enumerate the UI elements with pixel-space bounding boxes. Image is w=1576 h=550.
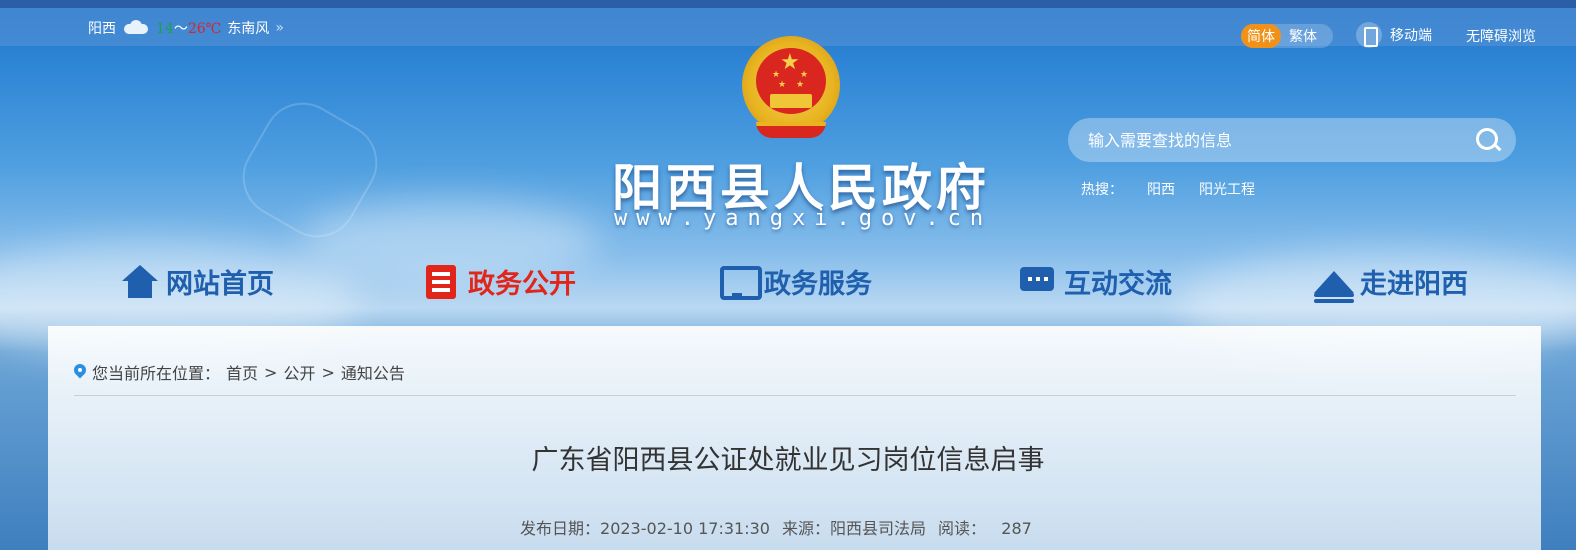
temp-high: 26℃: [187, 21, 222, 37]
search-box: [1068, 118, 1516, 162]
breadcrumb: 您当前所在位置： 首页 > 公开 > 通知公告: [74, 360, 405, 384]
nav-gov-affairs-open-label: 政务公开: [468, 269, 576, 300]
nav-gov-services-label: 政务服务: [764, 269, 872, 300]
mobile-link[interactable]: 移动端: [1356, 22, 1432, 48]
language-switch: 简体 繁体: [1241, 24, 1333, 48]
nav-gov-affairs-open[interactable]: 政务公开: [422, 262, 576, 301]
reads-label: 阅读：: [937, 519, 986, 538]
date-label: 发布日期：: [520, 519, 601, 538]
nav-interaction[interactable]: 互动交流: [1018, 262, 1172, 301]
weather-widget: 阳西 14～26℃ 东南风 »: [88, 18, 284, 38]
weather-more-icon[interactable]: »: [275, 20, 284, 36]
article-title: 广东省阳西县公证处就业见习岗位信息启事: [531, 445, 1045, 476]
document-icon: [422, 263, 462, 301]
breadcrumb-label: 您当前所在位置：: [92, 364, 221, 383]
article-meta: 发布日期：2023-02-10 17:31:30 来源：阳西县司法局 阅读： 2…: [520, 515, 1032, 539]
nav-home[interactable]: 网站首页: [120, 262, 274, 301]
publish-date: 2023-02-10 17:31:30: [600, 519, 770, 538]
hot-search-term[interactable]: 阳光工程: [1199, 179, 1255, 199]
article-source: 阳西县司法局: [829, 519, 926, 538]
search-input[interactable]: [1088, 126, 1468, 154]
read-count: 287: [1001, 519, 1032, 538]
temp-low: 14: [156, 21, 174, 37]
search-icon[interactable]: [1476, 128, 1500, 152]
monitor-icon: [718, 263, 762, 301]
nav-gov-services[interactable]: 政务服务: [718, 262, 872, 301]
wind-direction: 东南风: [227, 21, 270, 37]
home-icon: [120, 263, 160, 301]
breadcrumb-notices[interactable]: 通知公告: [341, 360, 405, 384]
phone-icon: [1356, 22, 1382, 48]
mountain-icon: [1314, 263, 1354, 301]
weather-city: 阳西: [88, 21, 116, 37]
breadcrumb-home[interactable]: 首页: [226, 360, 258, 384]
location-pin-icon: [74, 364, 86, 380]
nav-home-label: 网站首页: [166, 269, 274, 300]
hot-search-term[interactable]: 阳西: [1147, 179, 1175, 199]
source-label: 来源：: [781, 519, 830, 538]
accessibility-link[interactable]: 无障碍浏览: [1466, 26, 1536, 46]
temp-separator: ～: [173, 21, 188, 37]
national-emblem-icon: ★ ★ ★ ★ ★: [742, 36, 840, 140]
nav-about-yangxi-label: 走进阳西: [1360, 269, 1468, 300]
site-url: www.yangxi.gov.cn: [614, 206, 993, 231]
chat-icon: [1018, 263, 1058, 301]
lang-traditional-button[interactable]: 繁体: [1281, 24, 1325, 48]
hot-search-label: 热搜：: [1081, 182, 1123, 198]
breadcrumb-separator: >: [264, 362, 278, 382]
cloudy-weather-icon: [122, 20, 150, 36]
breadcrumb-separator: >: [321, 362, 335, 382]
nav-about-yangxi[interactable]: 走进阳西: [1314, 262, 1468, 301]
lang-simplified-button[interactable]: 简体: [1241, 24, 1281, 48]
mobile-label: 移动端: [1390, 28, 1432, 44]
hot-search: 热搜： 阳西 阳光工程: [1081, 179, 1255, 199]
divider: [74, 395, 1516, 396]
nav-interaction-label: 互动交流: [1064, 269, 1172, 300]
breadcrumb-open[interactable]: 公开: [283, 360, 315, 384]
